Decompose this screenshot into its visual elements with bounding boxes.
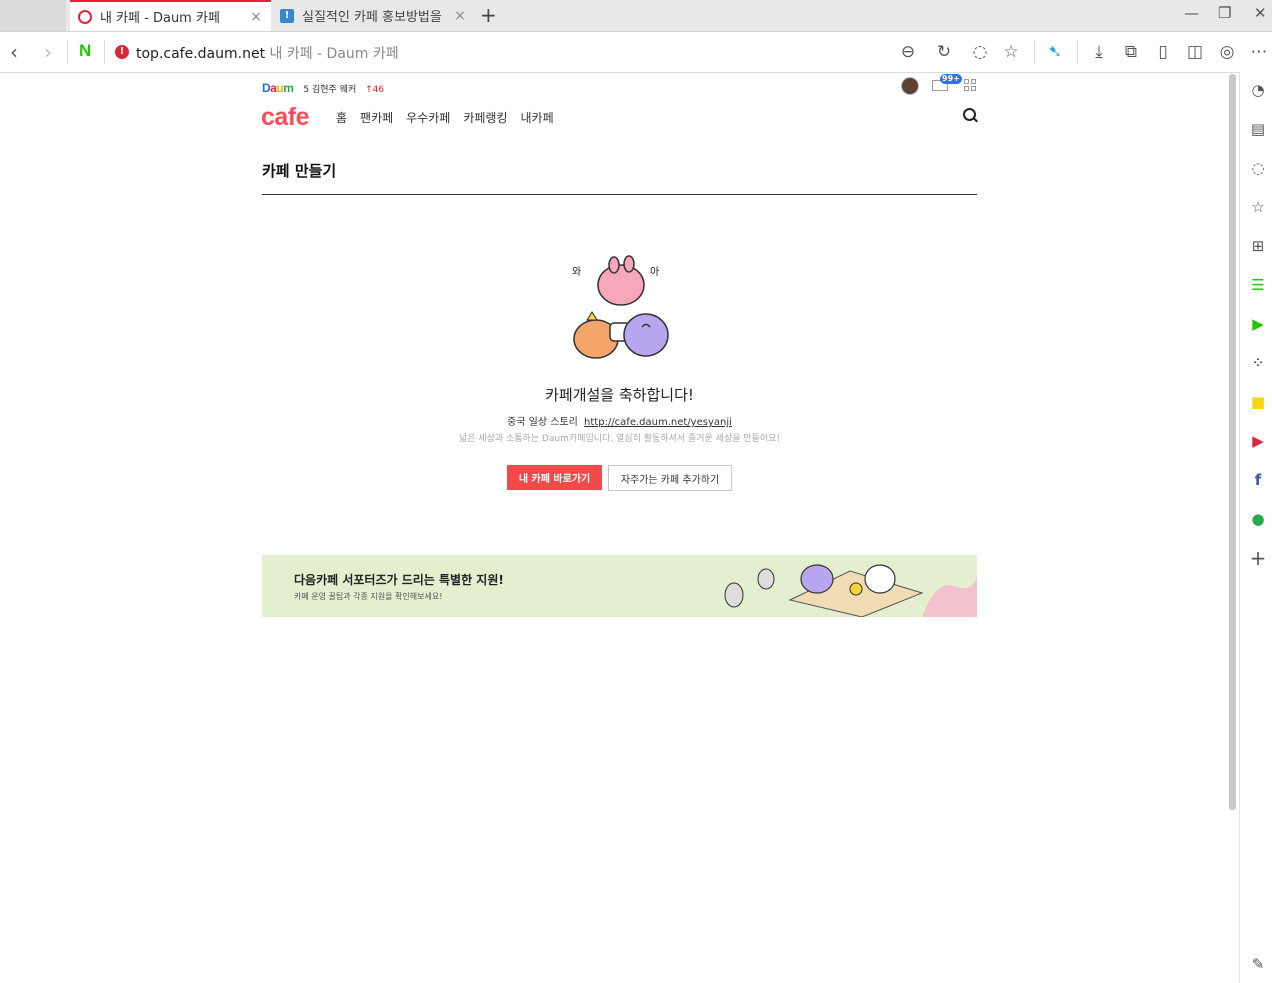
profile-icon[interactable]: ◎ — [1216, 42, 1238, 62]
bookmark-icon[interactable]: ☆ — [1248, 197, 1268, 217]
illustration-text-right: 아 — [650, 266, 659, 278]
apps-grid-icon[interactable] — [964, 79, 976, 91]
add-app-icon[interactable]: + — [1248, 548, 1268, 568]
url-page-title: 내 카페 - Daum 카페 — [269, 46, 399, 62]
avatar[interactable] — [901, 77, 919, 95]
banner-subtitle: 카페 운영 꿀팁과 각종 지원을 확인해보세요! — [294, 592, 443, 601]
speed-icon[interactable]: ◔ — [1248, 80, 1268, 100]
daum-favicon-icon — [78, 9, 92, 24]
banner-illustration — [724, 564, 977, 617]
party-hat — [586, 311, 598, 321]
nav-home[interactable]: 홈 — [336, 109, 347, 126]
daum-logo[interactable]: Daum — [262, 81, 294, 95]
calculator-icon[interactable]: ▤ — [1248, 119, 1268, 139]
nav-cafe-ranking[interactable]: 카페랭킹 — [463, 109, 507, 126]
back-icon[interactable]: ‹ — [10, 40, 18, 64]
daum-top-bar: Daum 5 김현주 웨커 ↑46 — [262, 80, 384, 96]
tab-blog[interactable]: ! 실질적인 카페 홍보방법을 × — [274, 0, 475, 31]
supporters-banner[interactable]: 다음카페 서포터즈가 드리는 특별한 지원! 카페 운영 꿀팁과 각종 지원을 … — [262, 555, 977, 617]
banner-title: 다음카페 서포터즈가 드리는 특별한 지원! — [294, 573, 504, 587]
list-icon[interactable]: ☰ — [1248, 275, 1268, 295]
new-tab-icon[interactable]: + — [480, 3, 497, 27]
translate-icon[interactable]: ⊞ — [1248, 236, 1268, 256]
download-icon[interactable]: ⤓ — [1088, 42, 1110, 62]
whale-icon[interactable]: ◌ — [969, 42, 991, 62]
keyword-change: ↑46 — [365, 84, 385, 95]
youtube-icon[interactable]: ▶ — [1248, 431, 1268, 451]
tab-title: 내 카페 - Daum 카페 — [100, 11, 220, 26]
reader-mode-icon[interactable]: ▯ — [1152, 42, 1174, 62]
divider — [1077, 40, 1078, 64]
congrats-message: 카페개설을 축하합니다! — [545, 386, 694, 404]
scrollbar[interactable] — [1229, 74, 1236, 810]
more-menu-icon[interactable]: ⋯ — [1248, 42, 1270, 62]
purple-character — [800, 564, 834, 594]
address-bar: ‹ › N ! top.cafe.daum.net 내 카페 - Daum 카페… — [0, 32, 1272, 73]
naver-home-button[interactable]: N — [79, 41, 91, 61]
cafe-logo[interactable]: cafe — [261, 103, 310, 132]
forward-icon[interactable]: › — [44, 40, 52, 64]
add-favorite-cafe-button[interactable]: 자주가는 카페 추가하기 — [608, 465, 732, 491]
close-window-icon[interactable]: ✕ — [1254, 4, 1267, 22]
cafe-nav: 홈 팬카페 우수카페 카페랭킹 내카페 — [336, 109, 567, 126]
cafe-url-link[interactable]: http://cafe.daum.net/yesyanji — [584, 417, 732, 428]
cafe-info: 중국 일상 스토리 http://cafe.daum.net/yesyanji — [262, 413, 977, 428]
capture-icon[interactable]: ⧉ — [1120, 42, 1142, 62]
celebration-illustration: 와 아 — [572, 255, 669, 359]
url-host: top.cafe.daum.net — [136, 46, 266, 62]
facebook-icon[interactable]: f — [1248, 470, 1268, 490]
pink-ear — [608, 256, 620, 274]
white-character — [864, 564, 896, 594]
cafe-name: 중국 일상 스토리 — [507, 417, 578, 428]
divider — [104, 40, 105, 64]
pin-icon[interactable]: ✎ — [1248, 954, 1268, 974]
sidebar-toggle-icon[interactable]: ◫ — [1184, 42, 1206, 62]
nav-fan-cafe[interactable]: 팬카페 — [360, 109, 393, 126]
kakao-icon[interactable]: ■ — [1248, 392, 1268, 412]
keyword-text: 김현주 웨커 — [311, 84, 357, 95]
cafe-description: 넓은 세상과 소통하는 Daum카페입니다. 열심히 활동하셔서 즐거운 세상을… — [458, 434, 781, 444]
keyword-rank: 5 — [303, 84, 310, 95]
zoom-out-icon[interactable]: ⊖ — [897, 42, 919, 62]
divider — [67, 40, 68, 64]
nav-best-cafe[interactable]: 우수카페 — [406, 109, 450, 126]
penguin-character — [757, 568, 775, 590]
mail-count-badge: 99+ — [940, 74, 962, 84]
penguin-character — [724, 582, 744, 608]
browser-sidebar: ◔ ▤ ◌ ☆ ⊞ ☰ ▶ ⁘ ■ ▶ f ● + ✎ — [1239, 72, 1272, 983]
bookmark-star-icon[interactable]: ☆ — [1000, 42, 1022, 62]
tab-title: 실질적인 카페 홍보방법을 — [302, 10, 442, 25]
minimize-icon[interactable]: — — [1184, 4, 1199, 22]
page-title: 카페 만들기 — [262, 162, 337, 180]
cherry-blossom — [922, 577, 977, 617]
pink-ear — [623, 255, 635, 273]
close-tab-icon[interactable]: × — [453, 8, 467, 24]
tab-bar: 내 카페 - Daum 카페 × ! 실질적인 카페 홍보방법을 × + — ❐… — [0, 0, 1272, 32]
nav-my-cafe[interactable]: 내카페 — [521, 109, 554, 126]
yellow-character — [849, 582, 863, 596]
search-icon[interactable] — [963, 108, 976, 121]
tab-daum-cafe[interactable]: 내 카페 - Daum 카페 × — [70, 0, 271, 31]
title-divider — [262, 194, 977, 195]
dots-app-icon[interactable]: ⁘ — [1248, 353, 1268, 373]
pink-character — [597, 264, 645, 306]
url-field[interactable]: top.cafe.daum.net 내 카페 - Daum 카페 — [136, 43, 399, 63]
browser-menu-corner[interactable] — [0, 0, 66, 31]
realtime-keyword[interactable]: 5 김현주 웨커 ↑46 — [303, 82, 384, 95]
purple-character — [623, 313, 669, 357]
restore-icon[interactable]: ❐ — [1218, 4, 1231, 22]
line-icon[interactable]: ● — [1248, 509, 1268, 529]
close-tab-icon[interactable]: × — [249, 9, 263, 25]
whale-icon[interactable]: ◌ — [1248, 158, 1268, 178]
whale-extension-icon[interactable]: ➷ — [1044, 42, 1066, 62]
reload-icon[interactable]: ↻ — [933, 42, 955, 62]
go-to-my-cafe-button[interactable]: 내 카페 바로가기 — [507, 465, 602, 490]
blog-favicon-icon: ! — [280, 8, 294, 23]
illustration-text-left: 와 — [572, 266, 581, 278]
not-secure-icon[interactable]: ! — [115, 45, 129, 59]
play-icon[interactable]: ▶ — [1248, 314, 1268, 334]
divider — [1034, 40, 1035, 64]
